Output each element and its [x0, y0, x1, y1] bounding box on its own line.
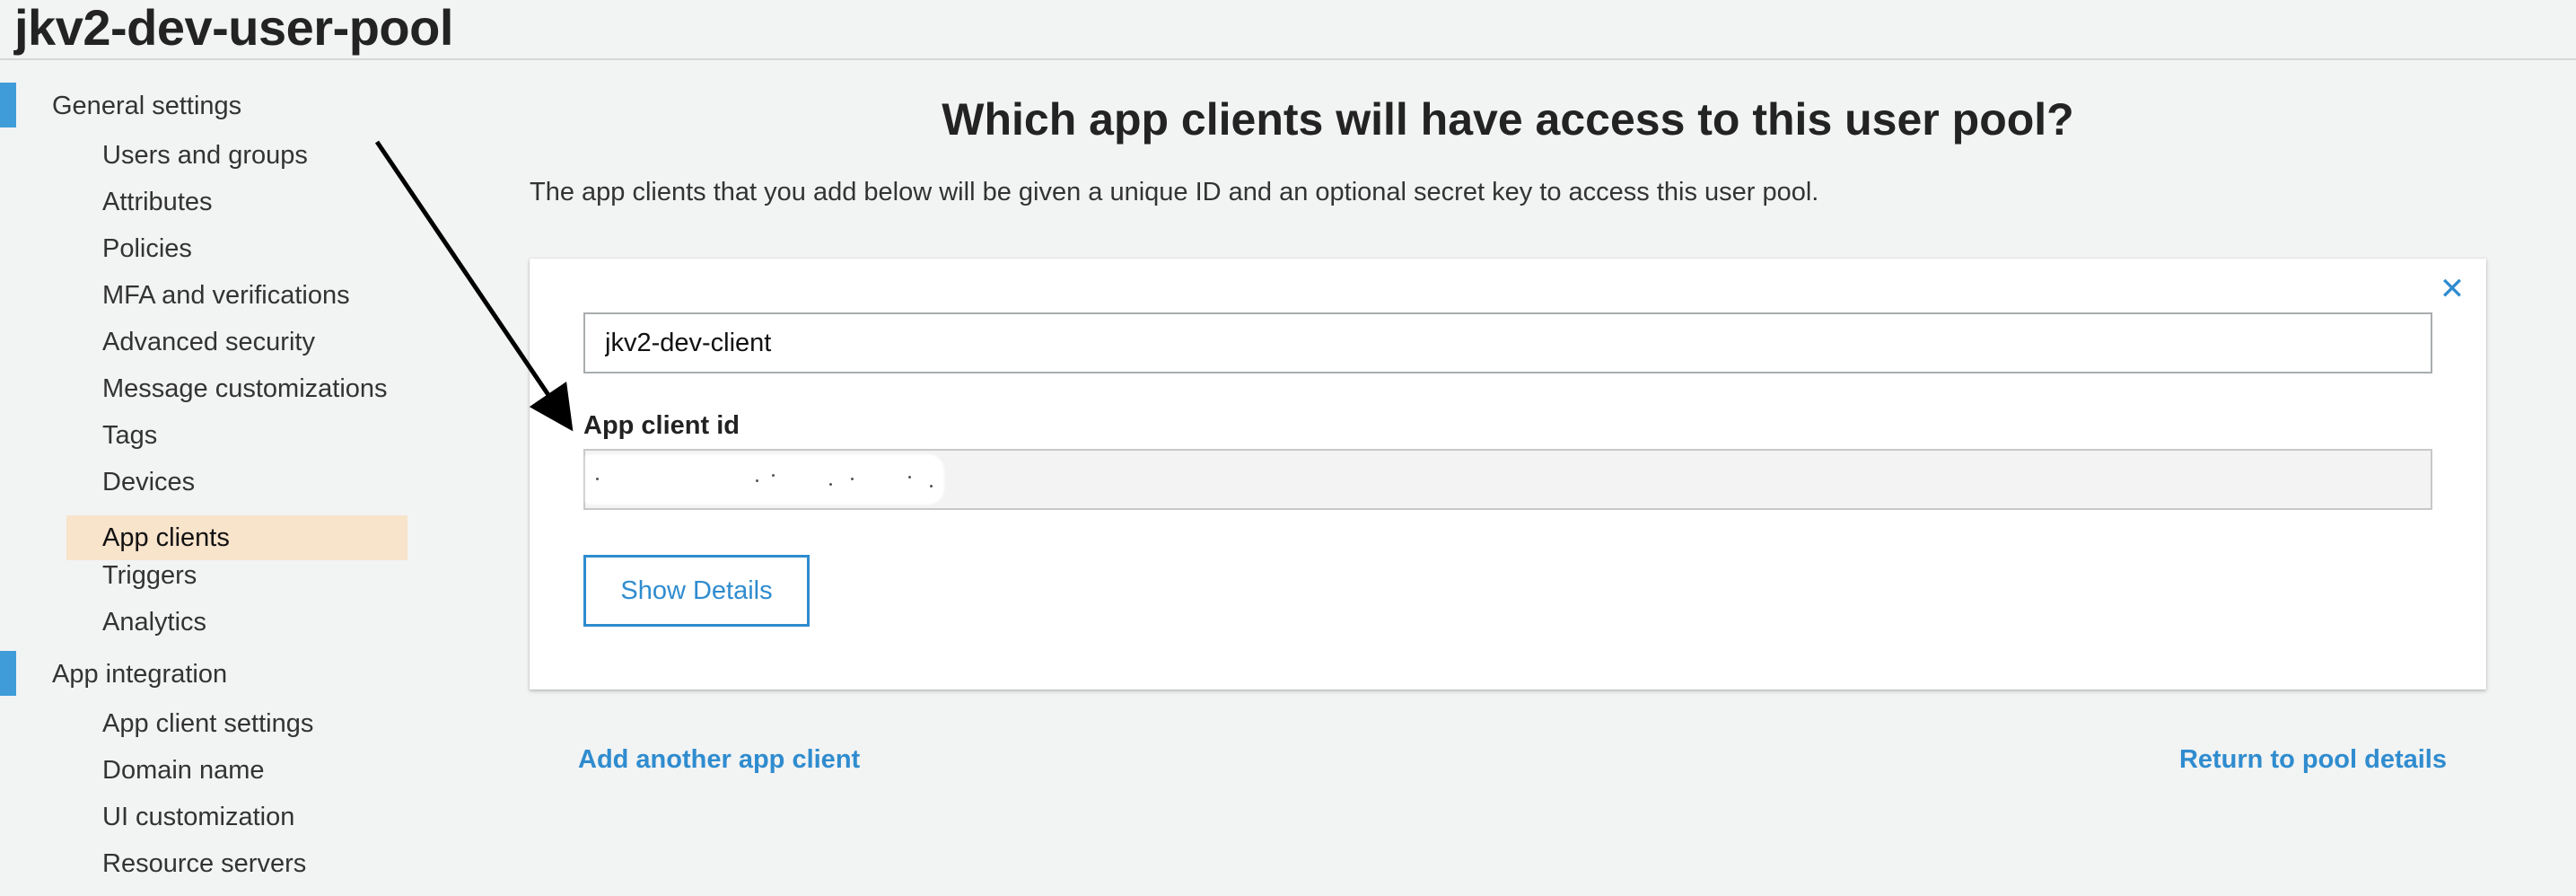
sidebar-item-mfa-and-verifications[interactable]: MFA and verifications	[66, 273, 407, 318]
redaction-speck	[596, 478, 599, 480]
app-client-card: ✕ App client id Show Details	[530, 259, 2486, 690]
sidebar-section-general-settings[interactable]: General settings	[0, 79, 413, 127]
app-client-name-input[interactable]	[583, 312, 2432, 373]
redaction-speck	[772, 474, 775, 477]
redaction-speck	[930, 485, 933, 488]
sidebar-item-domain-name[interactable]: Domain name	[66, 748, 407, 793]
sidebar-item-label: MFA and verifications	[102, 281, 350, 310]
sidebar-item-advanced-security[interactable]: Advanced security	[66, 320, 407, 365]
sidebar-item-label: UI customization	[102, 803, 295, 831]
sidebar-item-users-and-groups[interactable]: Users and groups	[66, 133, 407, 178]
section-marker	[0, 651, 16, 696]
sidebar-item-label: Analytics	[102, 608, 207, 637]
redaction-mask	[585, 454, 944, 505]
page-title: jkv2-dev-user-pool	[14, 0, 453, 56]
sidebar-item-label: Users and groups	[102, 141, 308, 170]
sidebar-item-policies[interactable]: Policies	[66, 226, 407, 271]
sidebar-item-label: Devices	[102, 468, 196, 496]
sidebar-item-app-client-settings[interactable]: App client settings	[66, 701, 407, 746]
sidebar-item-tags[interactable]: Tags	[66, 413, 407, 458]
sidebar-item-message-customizations[interactable]: Message customizations	[66, 366, 407, 411]
title-divider	[0, 58, 2576, 60]
close-icon[interactable]: ✕	[2436, 273, 2468, 305]
sidebar-item-ui-customization[interactable]: UI customization	[66, 795, 407, 839]
sidebar-item-label: App clients	[102, 523, 230, 552]
sidebar-item-analytics[interactable]: Analytics	[66, 600, 407, 645]
redaction-speck	[851, 478, 854, 480]
sidebar-item-triggers[interactable]: Triggers	[66, 553, 407, 598]
app-client-id-field	[583, 449, 2432, 510]
sidebar-item-label: Advanced security	[102, 328, 315, 356]
sidebar-item-label: Triggers	[102, 561, 197, 590]
sidebar-item-devices[interactable]: Devices	[66, 460, 407, 505]
show-details-button[interactable]: Show Details	[583, 555, 810, 627]
sidebar-item-label: Attributes	[102, 188, 213, 216]
redaction-speck	[908, 476, 911, 479]
sidebar-item-label: Tags	[102, 421, 158, 450]
sidebar-item-resource-servers[interactable]: Resource servers	[66, 841, 407, 886]
sidebar-section-app-integration[interactable]: App integration	[0, 647, 413, 696]
sidebar-item-label: App client settings	[102, 709, 314, 738]
redaction-speck	[829, 483, 832, 486]
add-another-app-client-link[interactable]: Add another app client	[578, 745, 860, 775]
sidebar-item-label: Domain name	[102, 756, 265, 785]
sidebar-item-label: Policies	[102, 234, 192, 263]
return-to-pool-details-link[interactable]: Return to pool details	[2179, 745, 2447, 775]
sidebar-item-attributes[interactable]: Attributes	[66, 180, 407, 224]
sidebar-item-label: Message customizations	[102, 374, 388, 403]
app-client-id-label: App client id	[583, 411, 740, 440]
sidebar-section-label: App integration	[52, 660, 228, 689]
main-description: The app clients that you add below will …	[530, 178, 1819, 206]
main-heading: Which app clients will have access to th…	[942, 94, 2074, 145]
sidebar-item-label: Resource servers	[102, 849, 307, 878]
section-marker	[0, 83, 16, 127]
redaction-speck	[756, 479, 758, 482]
sidebar-section-label: General settings	[52, 92, 242, 120]
